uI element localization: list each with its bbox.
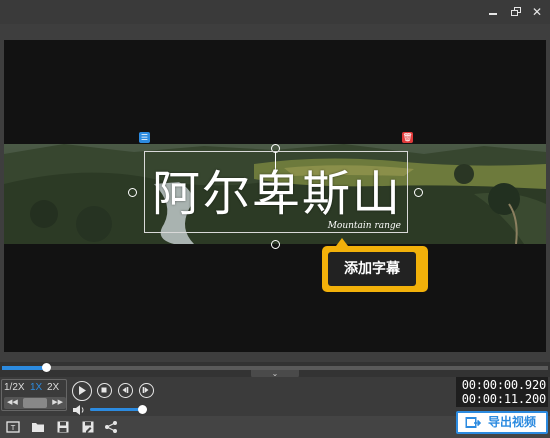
next-frame-button[interactable] [139, 383, 154, 398]
fast-forward-icon[interactable]: ▶▶ [52, 397, 63, 409]
previous-frame-button[interactable] [118, 383, 133, 398]
svg-text:T: T [10, 424, 16, 432]
add-subtitle-label: 添加字幕 [328, 252, 416, 286]
close-icon[interactable]: ✕ [528, 3, 546, 21]
speed-normal[interactable]: 1X [30, 381, 42, 395]
speed-double[interactable]: 2X [47, 381, 59, 395]
save-as-icon[interactable] [81, 420, 95, 434]
volume-slider[interactable] [90, 405, 147, 414]
play-icon [79, 386, 86, 395]
trash-icon[interactable]: 🗑 [402, 132, 413, 143]
export-video-button[interactable]: 导出视频 [456, 411, 548, 434]
speed-slider[interactable]: ◀◀ ▶▶ [4, 397, 66, 409]
total-time: 00:00:11.200 [461, 392, 546, 406]
resize-handle-bottom[interactable] [271, 240, 280, 249]
time-display: 00:00:00.920 00:00:11.200 [456, 377, 548, 407]
export-video-label: 导出视频 [488, 415, 537, 429]
save-icon[interactable] [56, 420, 70, 434]
title-bar: ✕ [0, 0, 550, 24]
subtitle-main-text[interactable]: 阿尔卑斯山 [145, 154, 409, 224]
share-icon[interactable] [104, 420, 118, 434]
callout-pointer [336, 238, 348, 246]
subtitle-box[interactable]: 阿尔卑斯山 Mountain range [144, 151, 408, 233]
progress-knob[interactable] [41, 363, 51, 372]
progress-fill [2, 366, 46, 370]
speed-half[interactable]: 1/2X [4, 381, 25, 395]
video-editor-window: ✕ 阿尔卑斯山 Mountain range ☰ 🗑 添加字幕 ⌄ 1/2X 1… [0, 0, 550, 438]
rewind-icon[interactable]: ◀◀ [7, 397, 18, 409]
volume-knob[interactable] [138, 405, 147, 414]
volume-fill [90, 408, 142, 411]
export-icon [465, 417, 481, 428]
next-icon [142, 387, 149, 393]
minimize-icon[interactable] [484, 3, 502, 21]
subtitle-sub-text[interactable]: Mountain range [328, 221, 401, 231]
stop-icon [101, 387, 107, 393]
restore-icon[interactable] [507, 3, 525, 21]
video-preview: 阿尔卑斯山 Mountain range ☰ 🗑 添加字幕 [4, 40, 546, 352]
subtitle-icon[interactable]: T [6, 420, 20, 434]
preview-panel: 阿尔卑斯山 Mountain range ☰ 🗑 添加字幕 [0, 24, 550, 362]
previous-icon [122, 387, 129, 393]
stop-button[interactable] [97, 383, 112, 398]
folder-icon[interactable] [31, 420, 45, 434]
play-button[interactable] [72, 381, 92, 401]
resize-handle-right[interactable] [414, 188, 423, 197]
volume-icon[interactable] [73, 405, 85, 415]
speed-slider-knob[interactable] [23, 398, 47, 408]
list-icon[interactable]: ☰ [139, 132, 150, 143]
resize-handle-left[interactable] [128, 188, 137, 197]
current-time: 00:00:00.920 [461, 378, 546, 392]
add-subtitle-callout[interactable]: 添加字幕 [322, 246, 428, 292]
